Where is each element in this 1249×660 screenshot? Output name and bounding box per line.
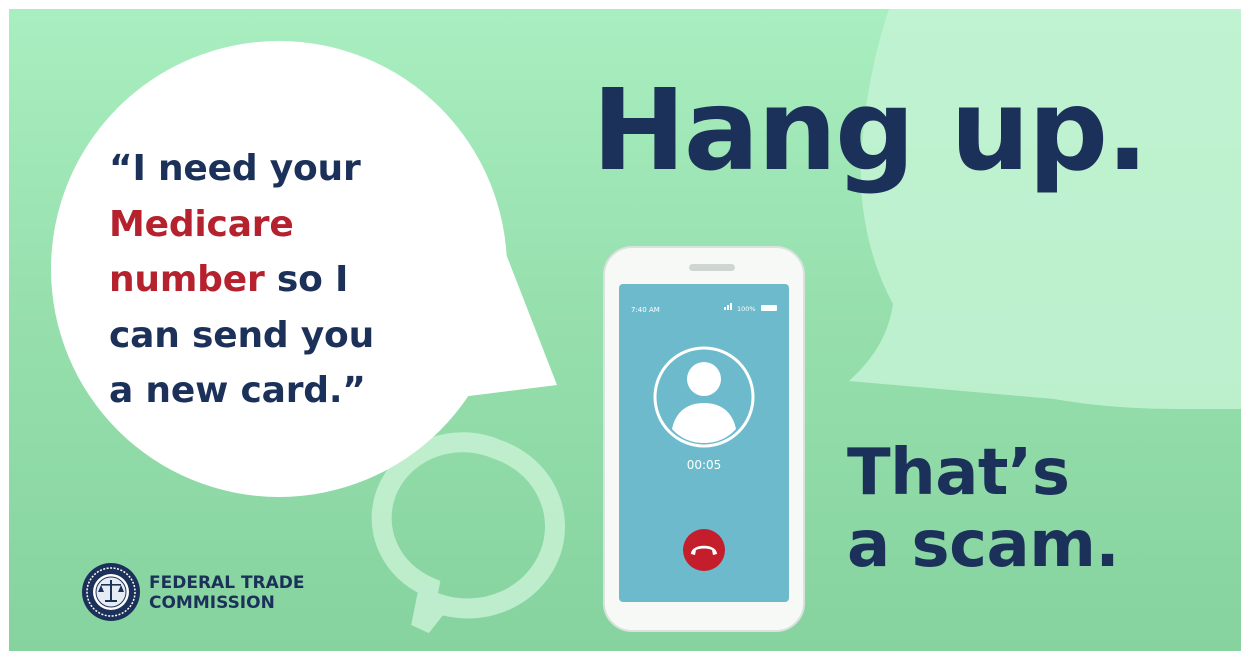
quote-line: “I need your <box>109 148 361 189</box>
quote-highlight: number <box>109 259 265 300</box>
ftc-logo: FEDERAL TRADE COMMISSION <box>81 562 331 632</box>
phone-illustration: 7:40 AM 100% 00:05 <box>603 246 805 632</box>
ftc-name: FEDERAL TRADE COMMISSION <box>149 573 305 613</box>
end-call-button[interactable] <box>683 529 725 571</box>
ftc-name-line: COMMISSION <box>149 593 275 613</box>
call-timer: 00:05 <box>687 458 722 472</box>
scam-quote: “I need your Medicare number so I can se… <box>109 141 469 419</box>
headline: Hang up. <box>592 66 1149 196</box>
phone-speaker <box>689 264 735 271</box>
quote-text: so I <box>264 259 349 300</box>
ftc-name-line: FEDERAL TRADE <box>149 573 305 593</box>
ftc-seal-icon <box>82 563 140 621</box>
chat-bubble-outline-icon <box>371 432 565 634</box>
status-time: 7:40 AM <box>631 306 660 314</box>
quote-line: a new card.” <box>109 370 366 411</box>
battery-icon <box>761 305 777 311</box>
status-battery: 100% <box>737 305 756 313</box>
tagline-line: That’s <box>847 436 1070 510</box>
tagline-line: a scam. <box>847 508 1120 582</box>
ad-banner: “I need your Medicare number so I can se… <box>9 9 1241 651</box>
avatar-icon <box>653 346 755 448</box>
quote-line: number so I <box>109 252 469 308</box>
quote-line-highlight: Medicare <box>109 203 294 245</box>
quote-line: can send you <box>109 314 374 356</box>
tagline: That’s a scam. <box>847 436 1120 582</box>
